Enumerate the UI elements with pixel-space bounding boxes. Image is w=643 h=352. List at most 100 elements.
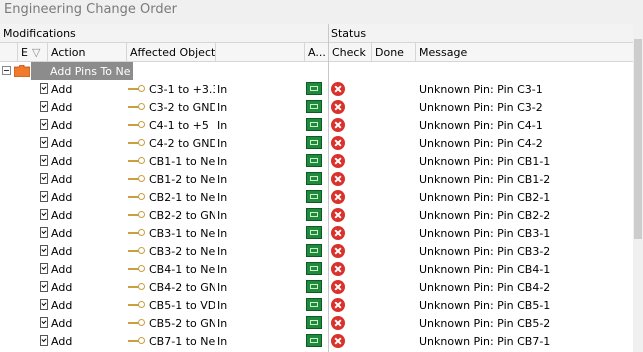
table-row[interactable]: Add CB2-2 to GNI In Unknown Pin: Pin CB2-2	[0, 206, 633, 224]
column-enable[interactable]: E	[21, 46, 28, 59]
enable-checkbox-icon[interactable]	[40, 263, 48, 274]
error-icon	[331, 262, 345, 276]
message-cell: Unknown Pin: Pin CB5-1	[419, 299, 551, 312]
pin-head-icon	[138, 247, 145, 254]
group-header-status: Status	[328, 24, 633, 43]
enable-checkbox-icon[interactable]	[40, 335, 48, 346]
table-row[interactable]: Add C4-1 to +5 In Unknown Pin: Pin C4-1	[0, 116, 633, 134]
enable-checkbox-icon[interactable]	[40, 317, 48, 328]
table-row[interactable]: Add CB4-2 to GNI In Unknown Pin: Pin CB4-2	[0, 278, 633, 296]
affected-object-cell: CB7-1 to Net	[149, 335, 215, 348]
table-row[interactable]: Add CB7-1 to Net In Unknown Pin: Pin CB7-1	[0, 332, 633, 350]
error-icon	[331, 100, 345, 114]
pcb-document-icon	[306, 154, 322, 167]
enable-checkbox-icon[interactable]	[40, 137, 48, 148]
affected-object-cell: C4-1 to +5	[149, 119, 209, 132]
affected-target-cell: In	[217, 191, 228, 204]
action-cell: Add	[51, 263, 73, 276]
affected-target-cell: In	[217, 119, 228, 132]
status-label: Status	[331, 27, 367, 40]
message-cell: Unknown Pin: Pin CB4-1	[419, 263, 551, 276]
folder-icon	[14, 65, 30, 77]
column-done[interactable]: Done	[375, 46, 404, 59]
action-cell: Add	[51, 227, 73, 240]
table-row[interactable]: Add CB1-1 to Net In Unknown Pin: Pin CB1-1	[0, 152, 633, 170]
error-icon	[331, 280, 345, 294]
message-cell: Unknown Pin: Pin C3-1	[419, 83, 543, 96]
pin-head-icon	[138, 337, 145, 344]
action-cell: Add	[51, 83, 73, 96]
table-row[interactable]: Add CB5-1 to VDI In Unknown Pin: Pin CB5-1	[0, 296, 633, 314]
pcb-document-icon	[306, 244, 322, 257]
collapse-icon[interactable]	[2, 66, 11, 75]
affected-object-cell: CB4-1 to Net	[149, 263, 215, 276]
action-cell: Add	[51, 299, 73, 312]
affected-target-cell: In	[217, 263, 228, 276]
error-icon	[331, 334, 345, 348]
message-cell: Unknown Pin: Pin C3-2	[419, 101, 543, 114]
enable-checkbox-icon[interactable]	[40, 155, 48, 166]
table-row[interactable]: Add CB2-1 to Net In Unknown Pin: Pin CB2-1	[0, 188, 633, 206]
column-affected-object[interactable]: Affected Object	[130, 46, 215, 59]
affected-target-cell: In	[217, 83, 228, 96]
table-row[interactable]: Add C3-1 to +3.3 In Unknown Pin: Pin C3-1	[0, 80, 633, 98]
error-icon	[331, 154, 345, 168]
affected-target-cell: In	[217, 209, 228, 222]
pin-head-icon	[138, 157, 145, 164]
affected-object-cell: CB4-2 to GNI	[149, 281, 215, 294]
enable-checkbox-icon[interactable]	[40, 227, 48, 238]
affected-object-cell: CB5-2 to GNI	[149, 317, 215, 330]
enable-checkbox-icon[interactable]	[40, 191, 48, 202]
table-row[interactable]: Add C4-2 to GND In Unknown Pin: Pin C4-2	[0, 134, 633, 152]
sort-filter-icon[interactable]: ▽	[32, 46, 40, 59]
enable-checkbox-icon[interactable]	[40, 119, 48, 130]
affected-target-cell: In	[217, 227, 228, 240]
group-row-label: Add Pins To Ne	[50, 65, 131, 78]
action-cell: Add	[51, 335, 73, 348]
vertical-scrollbar[interactable]	[633, 24, 643, 352]
pin-head-icon	[138, 121, 145, 128]
message-cell: Unknown Pin: Pin CB1-1	[419, 155, 551, 168]
enable-checkbox-icon[interactable]	[40, 83, 48, 94]
message-cell: Unknown Pin: Pin CB5-2	[419, 317, 551, 330]
affected-target-cell: In	[217, 155, 228, 168]
pcb-document-icon	[306, 100, 322, 113]
window-title: Engineering Change Order	[4, 2, 177, 17]
column-affected-document[interactable]: A...	[308, 46, 326, 59]
affected-object-cell: CB1-2 to Net	[149, 173, 215, 186]
message-cell: Unknown Pin: Pin CB3-1	[419, 227, 551, 240]
column-message[interactable]: Message	[419, 46, 467, 59]
enable-checkbox-icon[interactable]	[40, 209, 48, 220]
pin-head-icon	[138, 139, 145, 146]
table-row[interactable]: Add CB5-2 to GNI In Unknown Pin: Pin CB5-2	[0, 314, 633, 332]
pin-head-icon	[138, 229, 145, 236]
enable-checkbox-icon[interactable]	[40, 101, 48, 112]
column-action[interactable]: Action	[51, 46, 85, 59]
affected-target-cell: In	[217, 101, 228, 114]
table-row[interactable]: Add CB4-1 to Net In Unknown Pin: Pin CB4-1	[0, 260, 633, 278]
affected-target-cell: In	[217, 137, 228, 150]
error-icon	[331, 172, 345, 186]
table-row[interactable]: Add CB3-1 to Net In Unknown Pin: Pin CB3-1	[0, 224, 633, 242]
affected-object-cell: CB3-2 to Net	[149, 245, 215, 258]
table-row[interactable]: Add C3-2 to GND In Unknown Pin: Pin C3-2	[0, 98, 633, 116]
action-cell: Add	[51, 119, 73, 132]
message-cell: Unknown Pin: Pin C4-2	[419, 137, 543, 150]
enable-checkbox-icon[interactable]	[40, 245, 48, 256]
action-cell: Add	[51, 101, 73, 114]
table-row[interactable]: Add CB3-2 to Net In Unknown Pin: Pin CB3-2	[0, 242, 633, 260]
pin-head-icon	[138, 85, 145, 92]
enable-checkbox-icon[interactable]	[40, 281, 48, 292]
enable-checkbox-icon[interactable]	[40, 173, 48, 184]
error-icon	[331, 208, 345, 222]
affected-object-cell: CB2-2 to GNI	[149, 209, 215, 222]
error-icon	[331, 136, 345, 150]
scrollbar-thumb[interactable]	[634, 39, 642, 239]
enable-checkbox-icon[interactable]	[40, 299, 48, 310]
column-header-row: E ▽ Action Affected Object A... Check Do…	[0, 43, 633, 62]
pcb-document-icon	[306, 226, 322, 239]
pcb-document-icon	[306, 172, 322, 185]
table-row[interactable]: Add CB1-2 to Net In Unknown Pin: Pin CB1-2	[0, 170, 633, 188]
column-check[interactable]: Check	[332, 46, 366, 59]
group-row-add-pins[interactable]: Add Pins To Ne	[0, 62, 633, 80]
